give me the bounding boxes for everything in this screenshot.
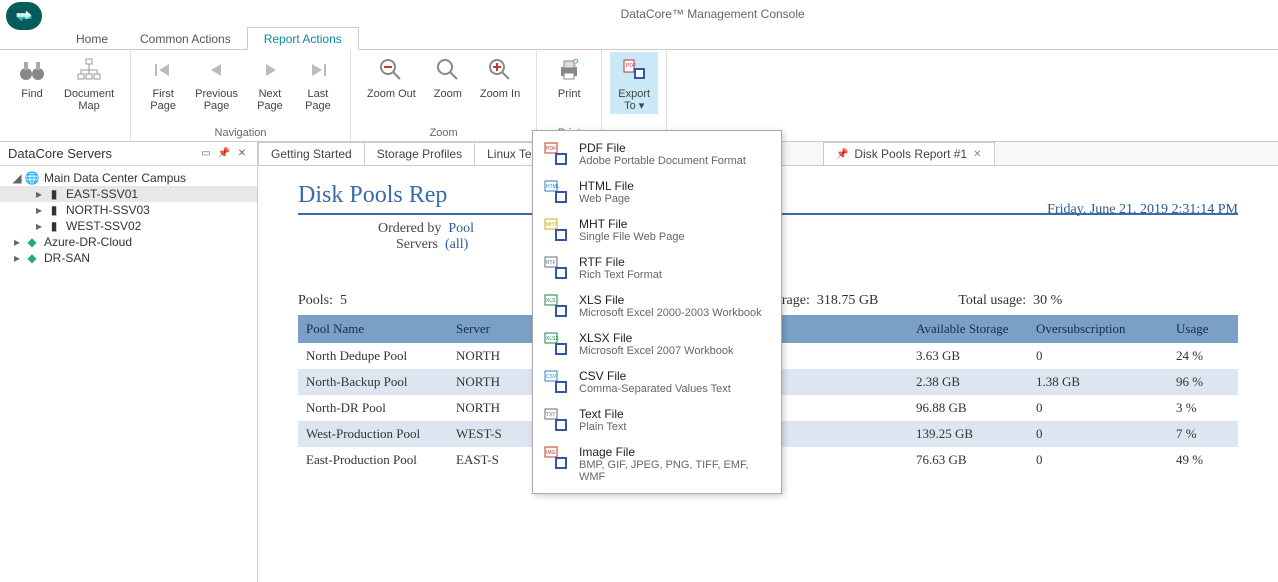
menubar: Home Common Actions Report Actions [0, 28, 1278, 50]
server-tree: ◢🌐Main Data Center Campus ▸▮EAST-SSV01 ▸… [0, 166, 257, 270]
svg-text:XLS: XLS [546, 298, 556, 304]
report-date: Friday, June 21, 2019 2:31:14 PM [1047, 202, 1238, 218]
menu-report-actions[interactable]: Report Actions [247, 27, 359, 50]
export-menu: PDFPDF FileAdobe Portable Document Forma… [532, 130, 782, 494]
zoom-out-icon [375, 54, 407, 86]
zoom-in-icon [484, 54, 516, 86]
sidebar-pin-icon[interactable]: 📌 [217, 147, 231, 161]
export-item-mht[interactable]: MHTMHT FileSingle File Web Page [533, 211, 781, 249]
last-icon [302, 54, 334, 86]
close-icon[interactable]: ✕ [973, 149, 981, 160]
file-xls-icon: XLS [543, 293, 569, 319]
server-icon: ▮ [46, 187, 62, 201]
cloud-icon: ◆ [24, 235, 40, 249]
export-item-txt[interactable]: TXTText FilePlain Text [533, 401, 781, 439]
tab-disk-pools-report[interactable]: 📌Disk Pools Report #1✕ [823, 142, 995, 165]
file-mht-icon: MHT [543, 217, 569, 243]
app-logo-icon [6, 2, 42, 30]
tree-azure[interactable]: ▸◆Azure-DR-Cloud [0, 234, 257, 250]
pin-icon: 📌 [836, 149, 848, 160]
export-item-xlsx[interactable]: XLSXXLSX FileMicrosoft Excel 2007 Workbo… [533, 325, 781, 363]
first-icon [147, 54, 179, 86]
next-icon [254, 54, 286, 86]
ordered-by-link[interactable]: Pool [448, 221, 474, 236]
svg-text:TXT: TXT [546, 412, 555, 418]
sidebar-title: DataCore Servers [8, 146, 112, 161]
zoom-icon [432, 54, 464, 86]
tree-west-ssv02[interactable]: ▸▮WEST-SSV02 [0, 218, 257, 234]
next-page-button[interactable]: Next Page [246, 52, 294, 114]
zoom-out-button[interactable]: Zoom Out [359, 52, 424, 102]
file-img-icon: IMG [543, 445, 569, 471]
export-item-pdf[interactable]: PDFPDF FileAdobe Portable Document Forma… [533, 135, 781, 173]
svg-text:PDF: PDF [546, 146, 556, 152]
export-item-csv[interactable]: CSVCSV FileComma-Separated Values Text [533, 363, 781, 401]
export-item-rtf[interactable]: RTFRTF FileRich Text Format [533, 249, 781, 287]
tab-getting-started[interactable]: Getting Started [258, 142, 365, 165]
sidebar-close-icon[interactable]: ✕ [235, 147, 249, 161]
find-button[interactable]: Find [8, 52, 56, 102]
app-title: DataCore™ Management Console [621, 7, 805, 21]
nav-group-label: Navigation [139, 127, 342, 141]
binoculars-icon [16, 54, 48, 86]
hierarchy-icon [73, 54, 105, 86]
tree-east-ssv01[interactable]: ▸▮EAST-SSV01 [0, 186, 257, 202]
svg-text:RTF: RTF [546, 260, 556, 266]
svg-text:XLSX: XLSX [546, 336, 559, 342]
zoom-group-label: Zoom [359, 127, 528, 141]
prev-icon [201, 54, 233, 86]
export-item-xls[interactable]: XLSXLS FileMicrosoft Excel 2000-2003 Wor… [533, 287, 781, 325]
servers-link[interactable]: (all) [445, 237, 468, 252]
prev-page-button[interactable]: Previous Page [187, 52, 246, 114]
file-pdf-icon: PDF [543, 141, 569, 167]
file-xlsx-icon: XLSX [543, 331, 569, 357]
ribbon: Find Document Map First Page Previous Pa… [0, 50, 1278, 142]
tree-campus[interactable]: ◢🌐Main Data Center Campus [0, 170, 257, 186]
zoom-button[interactable]: Zoom [424, 52, 472, 102]
server-icon: ▮ [46, 219, 62, 233]
svg-text:HTML: HTML [546, 184, 560, 190]
menu-common-actions[interactable]: Common Actions [124, 28, 247, 49]
svg-text:MHT: MHT [546, 222, 557, 228]
file-html-icon: HTML [543, 179, 569, 205]
tab-storage-profiles[interactable]: Storage Profiles [364, 142, 475, 165]
tree-drsan[interactable]: ▸◆DR-SAN [0, 250, 257, 266]
file-csv-icon: CSV [543, 369, 569, 395]
first-page-button[interactable]: First Page [139, 52, 187, 114]
file-rtf-icon: RTF [543, 255, 569, 281]
export-item-html[interactable]: HTMLHTML FileWeb Page [533, 173, 781, 211]
globe-icon: 🌐 [24, 171, 40, 185]
export-to-button[interactable]: PDFExport To ▾ [610, 52, 658, 114]
svg-text:CSV: CSV [546, 374, 557, 380]
printer-icon: ? [553, 54, 585, 86]
document-map-button[interactable]: Document Map [56, 52, 122, 114]
sidebar: DataCore Servers ▭ 📌 ✕ ◢🌐Main Data Cente… [0, 142, 258, 582]
svg-text:IMG: IMG [546, 450, 556, 456]
san-icon: ◆ [24, 251, 40, 265]
export-icon: PDF [618, 54, 650, 86]
zoom-in-button[interactable]: Zoom In [472, 52, 528, 102]
file-txt-icon: TXT [543, 407, 569, 433]
print-button[interactable]: ?Print [545, 52, 593, 102]
last-page-button[interactable]: Last Page [294, 52, 342, 114]
menu-home[interactable]: Home [60, 28, 124, 49]
sidebar-dock-icon[interactable]: ▭ [199, 147, 213, 161]
export-item-img[interactable]: IMGImage FileBMP, GIF, JPEG, PNG, TIFF, … [533, 439, 781, 489]
server-icon: ▮ [46, 203, 62, 217]
tree-north-ssv03[interactable]: ▸▮NORTH-SSV03 [0, 202, 257, 218]
svg-text:?: ? [573, 58, 579, 69]
